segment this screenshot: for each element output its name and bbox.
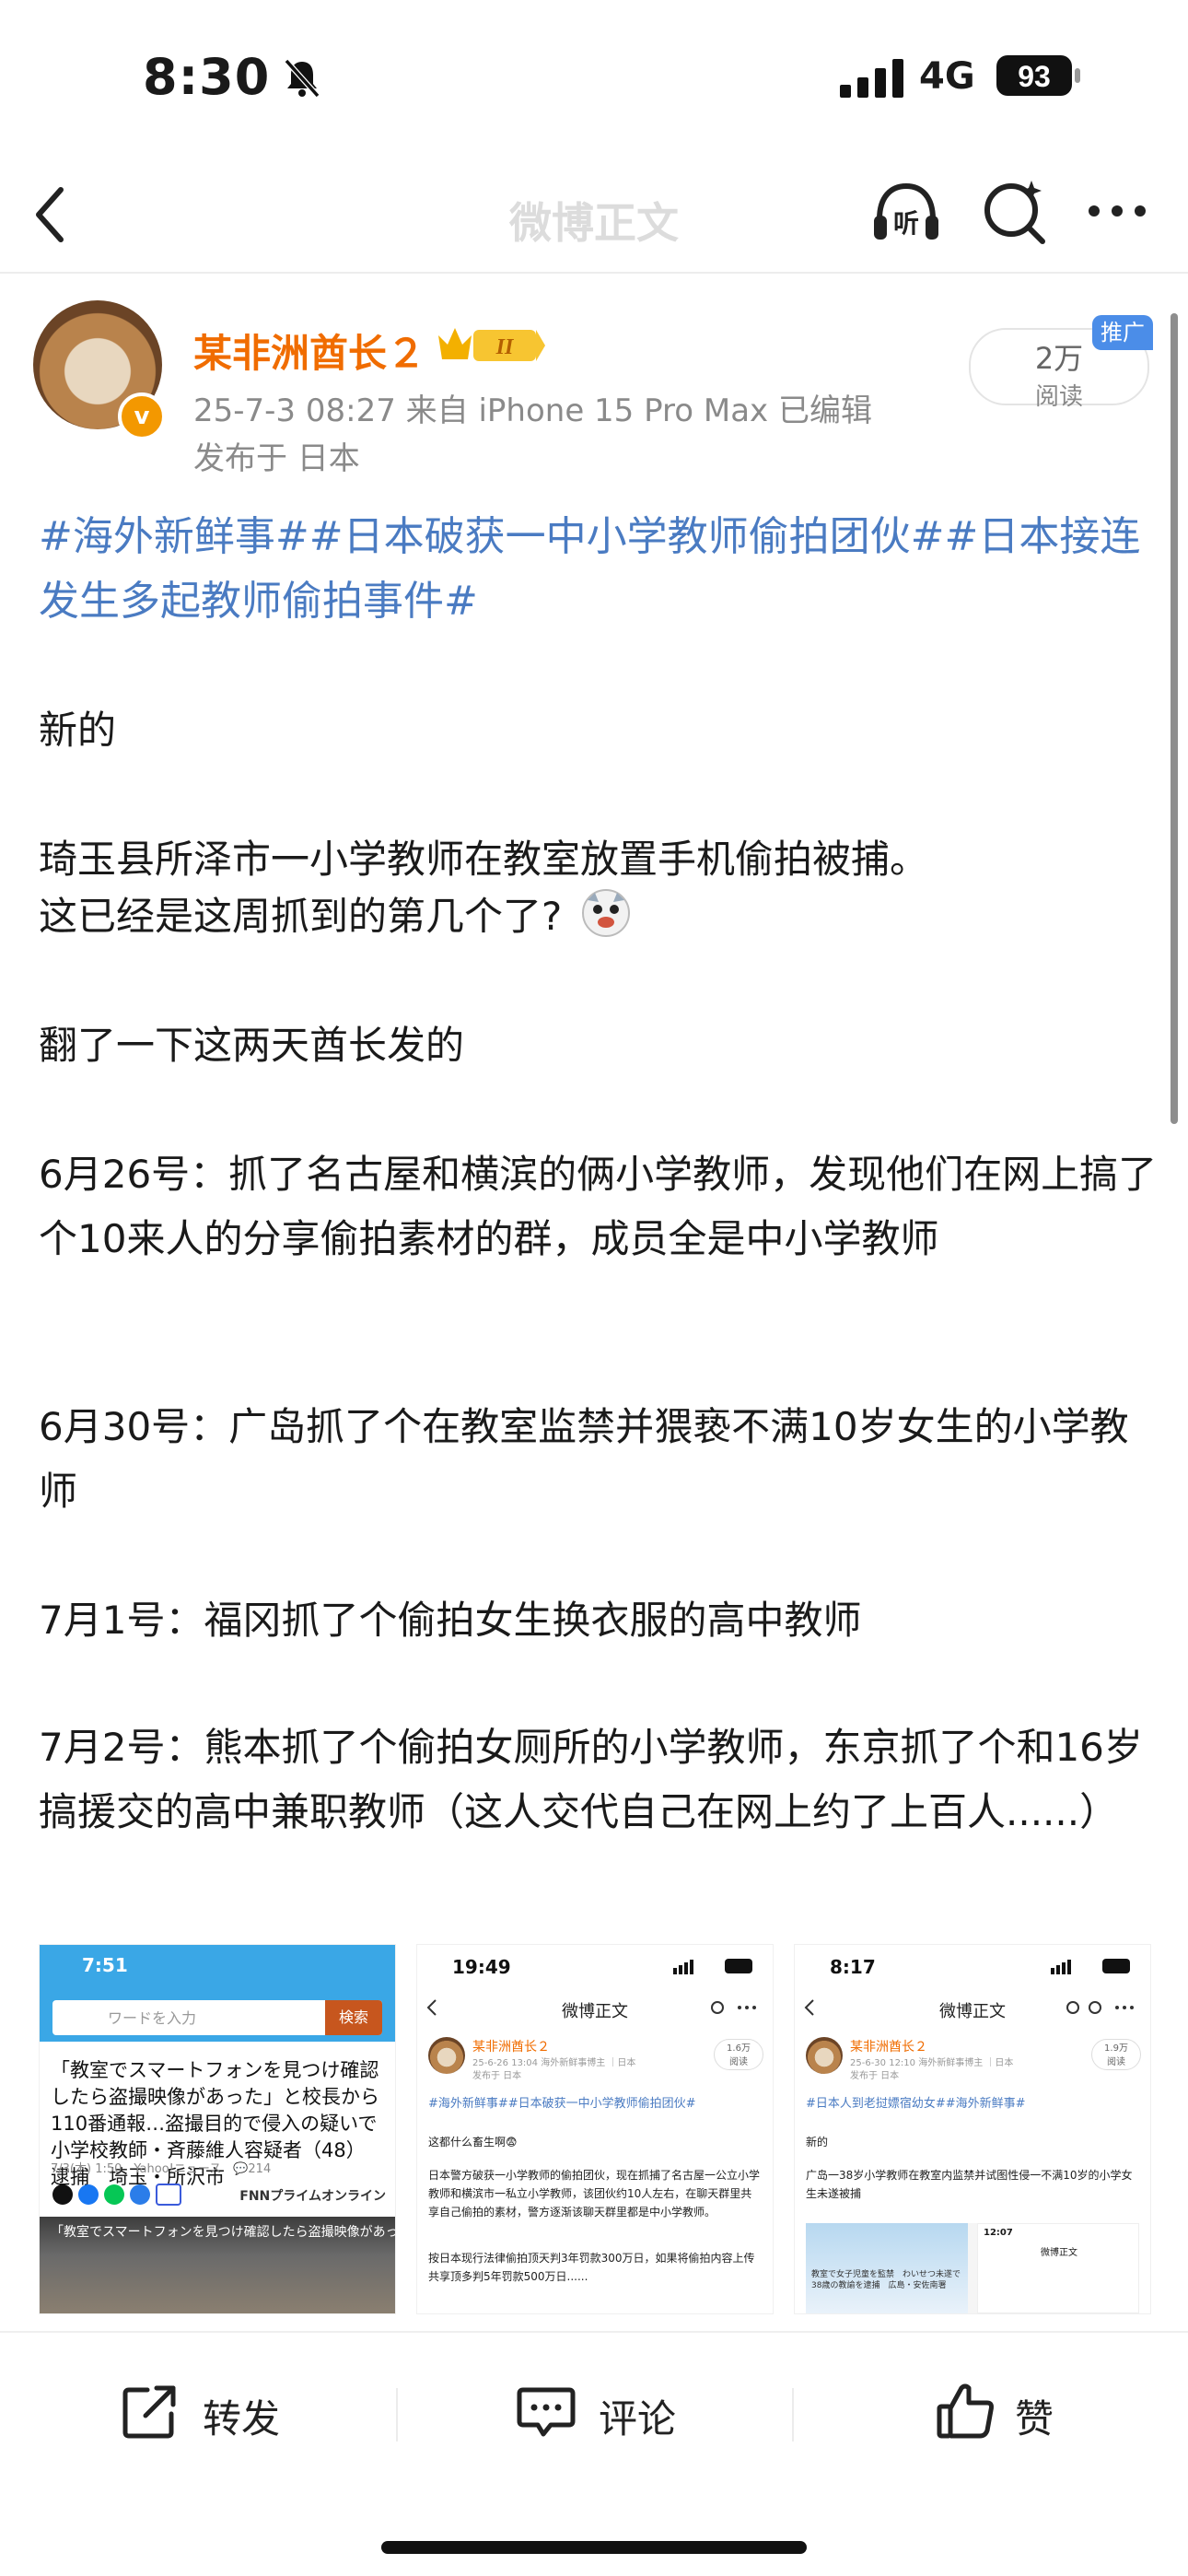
comment-label: 评论 (599, 2396, 677, 2441)
status-time: 8:30 (143, 48, 271, 106)
repost-icon (122, 2385, 176, 2439)
thumb-status-icons (673, 1959, 752, 1974)
thumb-avatar (428, 2037, 465, 2074)
vip-level: II (495, 335, 515, 359)
thumb-search-button: 検索 (325, 2000, 382, 2035)
post-paragraph: 新的 (39, 708, 117, 753)
post-paragraph: 这已经是这周抓到的第几个了? (39, 884, 1158, 949)
image-thumbnail-2[interactable]: 19:49 微博正文 某非洲酋长２ 25-6-26 13:04 海外新鲜事博主 … (416, 1944, 774, 2314)
thumb-video: 「教室でスマートフォンを見つけ確認したら盗撮映像があった」と校長から1 (40, 2217, 395, 2313)
image-thumbnail-3[interactable]: 8:17 微博正文 某非洲酋长２ 25-6-30 12:10 海外新鲜事博主 ｜… (794, 1944, 1151, 2314)
comment-button[interactable]: 评论 (516, 2333, 700, 2494)
post-paragraph: 6月30号：广岛抓了个在教室监禁并猥亵不满10岁女生的小学教师 (39, 1404, 1129, 1514)
vip-crown-icon[interactable]: II (435, 322, 547, 369)
thumb-location: 发布于 日本 (472, 2071, 522, 2081)
thumb-body: 新的 (806, 2136, 829, 2149)
battery-icon: 93 (996, 55, 1080, 96)
thumb-subline: 7/3(木) 1:50 Yahoo!ニュース 💬214 (51, 2162, 272, 2176)
thumb-author-name: 某非洲酋长２ (472, 2040, 550, 2055)
bell-muted-icon (284, 58, 320, 99)
battery-level: 93 (1018, 60, 1051, 93)
thumb-brand: FNNプライムオンライン (239, 2189, 386, 2204)
toolbar-divider (396, 2388, 398, 2441)
thumb-body: 按日本现行法律偷拍顶天判3年罚款300万日，如果将偷拍内容上传共享顶多判5年罚款… (428, 2252, 755, 2283)
thumb-search-box: ワードを入力 検索 (52, 2000, 382, 2035)
doge-emoji-icon (582, 889, 631, 937)
thumb-search-placeholder: ワードを入力 (108, 2009, 197, 2027)
comment-icon (517, 2387, 576, 2437)
thumb-hashtags: #海外新鲜事##日本破获一中小学教师偷拍团伙# (428, 2097, 696, 2111)
signal-icon (840, 59, 903, 98)
network-type: 4G (919, 55, 975, 98)
thumb-body: 广岛一38岁小学教师在教室内监禁并试图性侵一不满10岁的小学女生未遂被捕 (806, 2169, 1133, 2200)
thumb-meta-line: 25-6-30 12:10 海外新鲜事博主 ｜日本 (850, 2058, 1014, 2068)
like-label: 赞 (1015, 2396, 1054, 2441)
thumb-status-icons (1051, 1959, 1130, 1974)
promote-tag[interactable]: 推广 (1092, 315, 1153, 350)
thumb-inner-screenshots: 教室で女子児童を監禁 わいせつ未遂で38歳の教諭を逮捕 広島・安佐南署 12:0… (806, 2223, 1139, 2313)
thumb-inner-title: 微博正文 (1041, 2248, 1077, 2258)
post-meta: 25-7-3 08:27 来自 iPhone 15 Pro Max 已编辑 (193, 392, 872, 429)
status-bar: 8:30 4G 93 (0, 0, 1188, 157)
thumb-inner-text: 教室で女子児童を監禁 わいせつ未遂で38歳の教諭を逮捕 広島・安佐南署 (811, 2270, 961, 2290)
repost-button[interactable]: 转发 (120, 2333, 304, 2494)
post-paragraph: 6月26号：抓了名古屋和横滨的俩小学教师，发现他们在网上搞了个10来人的分享偷拍… (39, 1152, 1158, 1261)
action-toolbar: 转发 评论 赞 (0, 2331, 1188, 2494)
verified-badge: v (118, 392, 166, 440)
post-paragraph: 翻了一下这两天酋长发的 (39, 1023, 465, 1068)
thumb-inner-shot-a: 教室で女子児童を監禁 わいせつ未遂で38歳の教諭を逮捕 広島・安佐南署 (806, 2223, 968, 2313)
thumb-inner-shot-b: 12:07 微博正文 (977, 2223, 1139, 2313)
toolbar-divider (792, 2388, 794, 2441)
thumb-title: 微博正文 (562, 2002, 628, 2021)
search-icon[interactable] (978, 175, 1052, 249)
thumb-author-name: 某非洲酋长２ (850, 2040, 927, 2055)
post-paragraph: 7月1号：福冈抓了个偷拍女生换衣服的高中教师 (39, 1598, 862, 1643)
thumb-meta: 25-6-30 12:10 海外新鲜事博主 ｜日本 发布于 日本 (850, 2057, 1071, 2083)
share-icons (52, 2184, 181, 2206)
thumbs-up-icon (937, 2383, 994, 2439)
thumb-title: 微博正文 (939, 2002, 1006, 2021)
thumb-hashtags: #日本人到老挝嫖宿幼女##海外新鲜事# (806, 2097, 1026, 2111)
thumb-video-caption: 「教室でスマートフォンを見つけ確認したら盗撮映像があった」と校長から1 (51, 2225, 395, 2240)
author-name[interactable]: 某非洲酋长２ (193, 322, 425, 379)
thumb-time: 19:49 (452, 1956, 511, 1978)
thumb-meta-line: 25-6-26 13:04 海外新鲜事博主 ｜日本 (472, 2058, 636, 2068)
home-indicator[interactable] (381, 2541, 807, 2554)
like-button[interactable]: 赞 (936, 2333, 1083, 2494)
listen-headphones-icon[interactable]: 听 (868, 175, 944, 251)
post-paragraph: 琦玉县所泽市一小学教师在教室放置手机偷拍被捕。 (39, 837, 929, 882)
thumb-avatar (806, 2037, 843, 2074)
post-paragraph-text: 这已经是这周抓到的第几个了? (39, 894, 563, 939)
more-icon[interactable] (1085, 197, 1149, 225)
image-thumbnail-1[interactable]: 7:51 ワードを入力 検索 「教室でスマートフォンを見つけ確認したら盗撮映像が… (39, 1944, 396, 2314)
read-label: 阅读 (1034, 383, 1083, 411)
post-location: 发布于 日本 (193, 440, 360, 477)
thumb-body: 日本警方破获一小学教师的偷拍团伙，现在抓捕了名古屋一公立小学教师和横滨市一私立小… (428, 2169, 761, 2219)
listen-label: 听 (893, 208, 919, 239)
thumb-header: 7:51 ワードを入力 検索 (40, 1945, 395, 2042)
scrollbar[interactable] (1171, 313, 1178, 1124)
post-paragraph: 7月2号：熊本抓了个偷拍女厕所的小学教师，东京抓了个和16岁搞援交的高中兼职教师… (39, 1725, 1143, 1834)
repost-label: 转发 (203, 2396, 281, 2441)
thumb-location: 发布于 日本 (850, 2071, 900, 2081)
thumb-read-count: 1.6万 阅读 (714, 2039, 763, 2070)
thumb-inner-time: 12:07 (984, 2228, 1013, 2238)
thumb-read-count: 1.9万 阅读 (1091, 2039, 1141, 2070)
thumb-time: 7:51 (82, 1954, 128, 1976)
thumb-meta: 25-6-26 13:04 海外新鲜事博主 ｜日本 发布于 日本 (472, 2057, 693, 2083)
post-hashtags[interactable]: #海外新鲜事##日本破获一中小学教师偷拍团伙##日本接连发生多起教师偷拍事件# (39, 505, 1158, 634)
nav-bar: 微博正文 听 (0, 157, 1188, 274)
thumb-time: 8:17 (830, 1956, 876, 1978)
thumb-body: 这都什么畜生啊😨 (428, 2136, 518, 2149)
